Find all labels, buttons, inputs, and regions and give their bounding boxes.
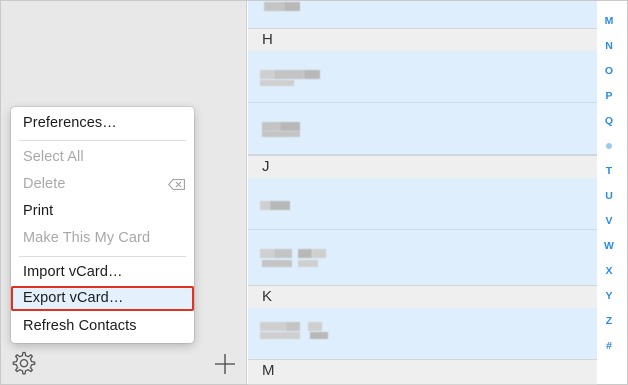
index-letter[interactable]: V xyxy=(597,215,621,227)
section-header: J xyxy=(248,155,597,179)
menu-item-print[interactable]: Print xyxy=(11,199,194,224)
index-letter[interactable]: Z xyxy=(597,315,621,327)
index-letter[interactable]: U xyxy=(597,190,621,202)
contact-row[interactable] xyxy=(248,103,597,155)
index-letter[interactable]: N xyxy=(597,40,621,52)
menu-item-preferences[interactable]: Preferences… xyxy=(11,111,194,136)
plus-icon[interactable] xyxy=(213,352,237,376)
contacts-list: H J K M xyxy=(248,1,627,385)
index-letter[interactable]: O xyxy=(597,65,621,77)
index-letter[interactable]: Q xyxy=(597,115,621,127)
settings-menu: Preferences… Select All Delete Print Mak… xyxy=(11,107,194,343)
index-letter[interactable]: W xyxy=(597,240,621,252)
menu-item-delete-label: Delete xyxy=(23,176,66,192)
section-header: H xyxy=(248,28,597,52)
contact-row[interactable] xyxy=(248,1,597,29)
section-header: M xyxy=(248,359,597,385)
menu-item-select-all[interactable]: Select All xyxy=(11,145,194,170)
index-letter[interactable]: T xyxy=(597,165,621,177)
menu-item-export-vcard[interactable]: Export vCard… xyxy=(11,286,194,311)
index-dot[interactable] xyxy=(606,143,612,149)
index-letter[interactable]: P xyxy=(597,90,621,102)
contact-row[interactable] xyxy=(248,230,597,286)
menu-item-import-vcard[interactable]: Import vCard… xyxy=(11,260,194,285)
section-header: K xyxy=(248,285,597,309)
sidebar-footer xyxy=(1,342,247,384)
menu-item-delete[interactable]: Delete xyxy=(11,172,194,197)
menu-item-refresh-contacts[interactable]: Refresh Contacts xyxy=(11,314,194,339)
index-letter[interactable]: M xyxy=(597,15,621,27)
contact-row[interactable] xyxy=(248,308,597,360)
menu-separator xyxy=(19,140,186,141)
menu-separator xyxy=(19,256,186,257)
delete-key-icon xyxy=(168,179,185,190)
index-letter[interactable]: Y xyxy=(597,290,621,302)
contact-row[interactable] xyxy=(248,178,597,230)
menu-item-make-my-card[interactable]: Make This My Card xyxy=(11,226,194,251)
index-letter[interactable]: X xyxy=(597,265,621,277)
alphabet-index: M N O P Q T U V W X Y Z # xyxy=(597,1,627,384)
gear-icon[interactable] xyxy=(11,350,37,376)
contact-row[interactable] xyxy=(248,51,597,103)
index-letter[interactable]: # xyxy=(597,340,621,352)
